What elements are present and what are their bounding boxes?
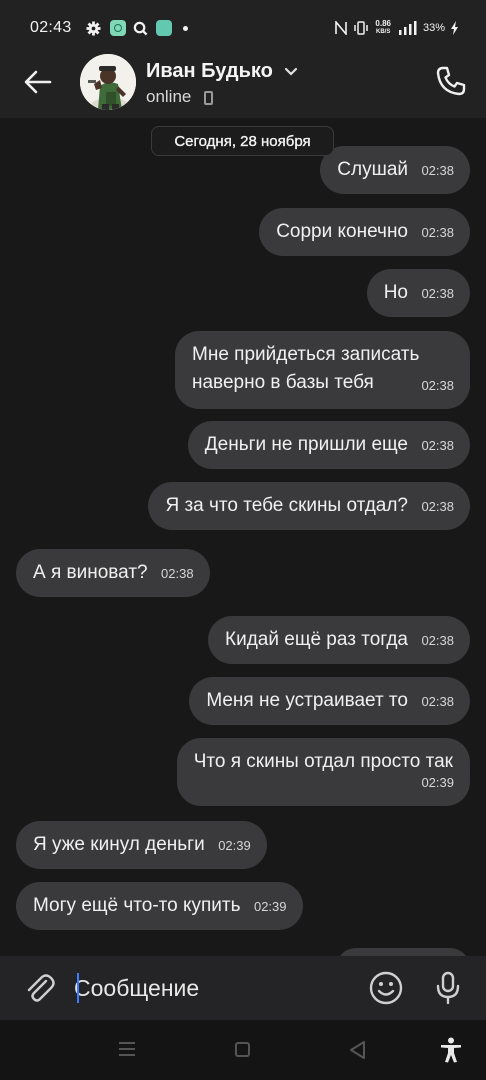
message-time: 02:38 bbox=[421, 633, 454, 648]
status-time: 02:43 bbox=[30, 19, 72, 36]
message-input[interactable] bbox=[74, 968, 350, 1008]
message-composer bbox=[0, 956, 486, 1020]
message-text: Кидай ещё раз тогда bbox=[225, 629, 408, 650]
search-app-icon bbox=[133, 21, 148, 36]
message-time: 02:38 bbox=[421, 286, 454, 301]
message-time: 02:38 bbox=[421, 225, 454, 240]
text-cursor bbox=[77, 973, 79, 1003]
signal-icon bbox=[398, 21, 417, 35]
mobile-device-icon bbox=[204, 91, 213, 105]
smiley-icon bbox=[369, 971, 403, 1005]
status-bar: 02:43 0.86 KB/S 33% bbox=[0, 0, 486, 58]
message-time: 02:39 bbox=[253, 899, 287, 914]
message-text: Но bbox=[383, 282, 408, 303]
message-app-icon bbox=[156, 20, 172, 36]
message-text: Я за что тебе скины отдал? bbox=[165, 495, 408, 516]
chevron-down-icon[interactable] bbox=[284, 67, 298, 77]
charging-icon bbox=[451, 21, 458, 35]
message-text: А я виноват? bbox=[33, 562, 148, 583]
message-bubble-incoming[interactable]: Я уже кинул деньги 02:39 bbox=[16, 821, 267, 869]
home-button[interactable] bbox=[235, 1042, 250, 1057]
microphone-icon bbox=[436, 971, 460, 1005]
message-time: 02:38 bbox=[421, 499, 454, 514]
message-time: 02:38 bbox=[161, 566, 194, 581]
message-text: Сорри конечно bbox=[276, 221, 408, 242]
call-button[interactable] bbox=[434, 64, 468, 98]
speed-unit: KB/S bbox=[376, 29, 391, 35]
paperclip-icon bbox=[27, 974, 55, 1002]
phone-icon bbox=[436, 66, 466, 96]
message-time: 02:38 bbox=[421, 163, 454, 178]
battery-percent: 33% bbox=[422, 22, 445, 34]
message-bubble-outgoing[interactable]: Слушай 02:38 bbox=[320, 146, 470, 194]
attach-button[interactable] bbox=[22, 971, 56, 1005]
message-text: Могу ещё что-то купить bbox=[33, 895, 241, 916]
message-bubble-outgoing[interactable]: Сорри конечно 02:38 bbox=[259, 208, 470, 256]
message-time: 02:39 bbox=[218, 838, 251, 853]
nav-back-icon[interactable] bbox=[348, 1040, 366, 1060]
chat-header: Иван Будько online bbox=[0, 54, 486, 118]
message-text: Меня не устраивает то bbox=[206, 690, 408, 711]
emoji-button[interactable] bbox=[368, 970, 404, 1006]
network-speed: 0.86 KB/S bbox=[375, 20, 391, 36]
arrow-left-icon bbox=[24, 70, 52, 94]
message-time: 02:38 bbox=[421, 378, 454, 393]
message-bubble-outgoing[interactable]: Но 02:38 bbox=[366, 269, 470, 317]
message-text: Что я скины отдал просто так bbox=[193, 751, 453, 772]
vibrate-icon bbox=[354, 21, 369, 35]
message-bubble-incoming[interactable]: А я виноват? 02:38 bbox=[16, 549, 210, 597]
message-time: 02:38 bbox=[421, 694, 454, 709]
gear-icon bbox=[86, 21, 101, 36]
contact-status: online bbox=[146, 87, 192, 106]
system-navigation-bar bbox=[0, 1020, 486, 1080]
message-text: Мне прийдеться записать наверно в базы т… bbox=[192, 344, 420, 393]
more-notifications-dot bbox=[183, 26, 188, 31]
message-bubble-outgoing[interactable]: Меня не устраивает то 02:38 bbox=[189, 677, 470, 725]
app-notification-icon bbox=[110, 20, 126, 36]
message-bubble-outgoing[interactable]: Что я скины отдал просто так 02:39 bbox=[176, 738, 470, 806]
message-text: Деньги не пришли еще bbox=[204, 434, 408, 455]
status-indicators: 0.86 KB/S 33% bbox=[335, 20, 458, 36]
message-text: Я уже кинул деньги bbox=[33, 834, 205, 855]
accessibility-icon[interactable] bbox=[440, 1037, 462, 1063]
message-time: 02:39 bbox=[421, 775, 454, 790]
message-text: Слушай bbox=[337, 159, 408, 180]
avatar[interactable] bbox=[80, 54, 136, 110]
nfc-icon bbox=[335, 21, 348, 35]
message-bubble-outgoing[interactable]: Кидай ещё раз тогда 02:38 bbox=[208, 616, 470, 664]
date-separator: Сегодня, 28 ноября bbox=[151, 126, 334, 156]
message-bubble-outgoing[interactable]: Мне прийдеться записать наверно в базы т… bbox=[175, 331, 470, 409]
message-bubble-partial[interactable] bbox=[336, 948, 470, 956]
message-bubble-outgoing[interactable]: Я за что тебе скины отдал? 02:38 bbox=[148, 482, 470, 530]
speed-value: 0.86 bbox=[375, 19, 391, 28]
message-bubble-outgoing[interactable]: Деньги не пришли еще 02:38 bbox=[187, 421, 470, 469]
message-time: 02:38 bbox=[421, 438, 454, 453]
back-button[interactable] bbox=[22, 66, 54, 98]
message-bubble-incoming[interactable]: Могу ещё что-то купить 02:39 bbox=[16, 882, 303, 930]
avatar-image bbox=[80, 54, 136, 110]
message-list[interactable]: Сегодня, 28 ноября Слушай 02:38 Сорри ко… bbox=[0, 118, 486, 956]
contact-name[interactable]: Иван Будько bbox=[146, 60, 273, 83]
recent-apps-icon[interactable] bbox=[118, 1041, 136, 1057]
voice-record-button[interactable] bbox=[432, 970, 464, 1006]
